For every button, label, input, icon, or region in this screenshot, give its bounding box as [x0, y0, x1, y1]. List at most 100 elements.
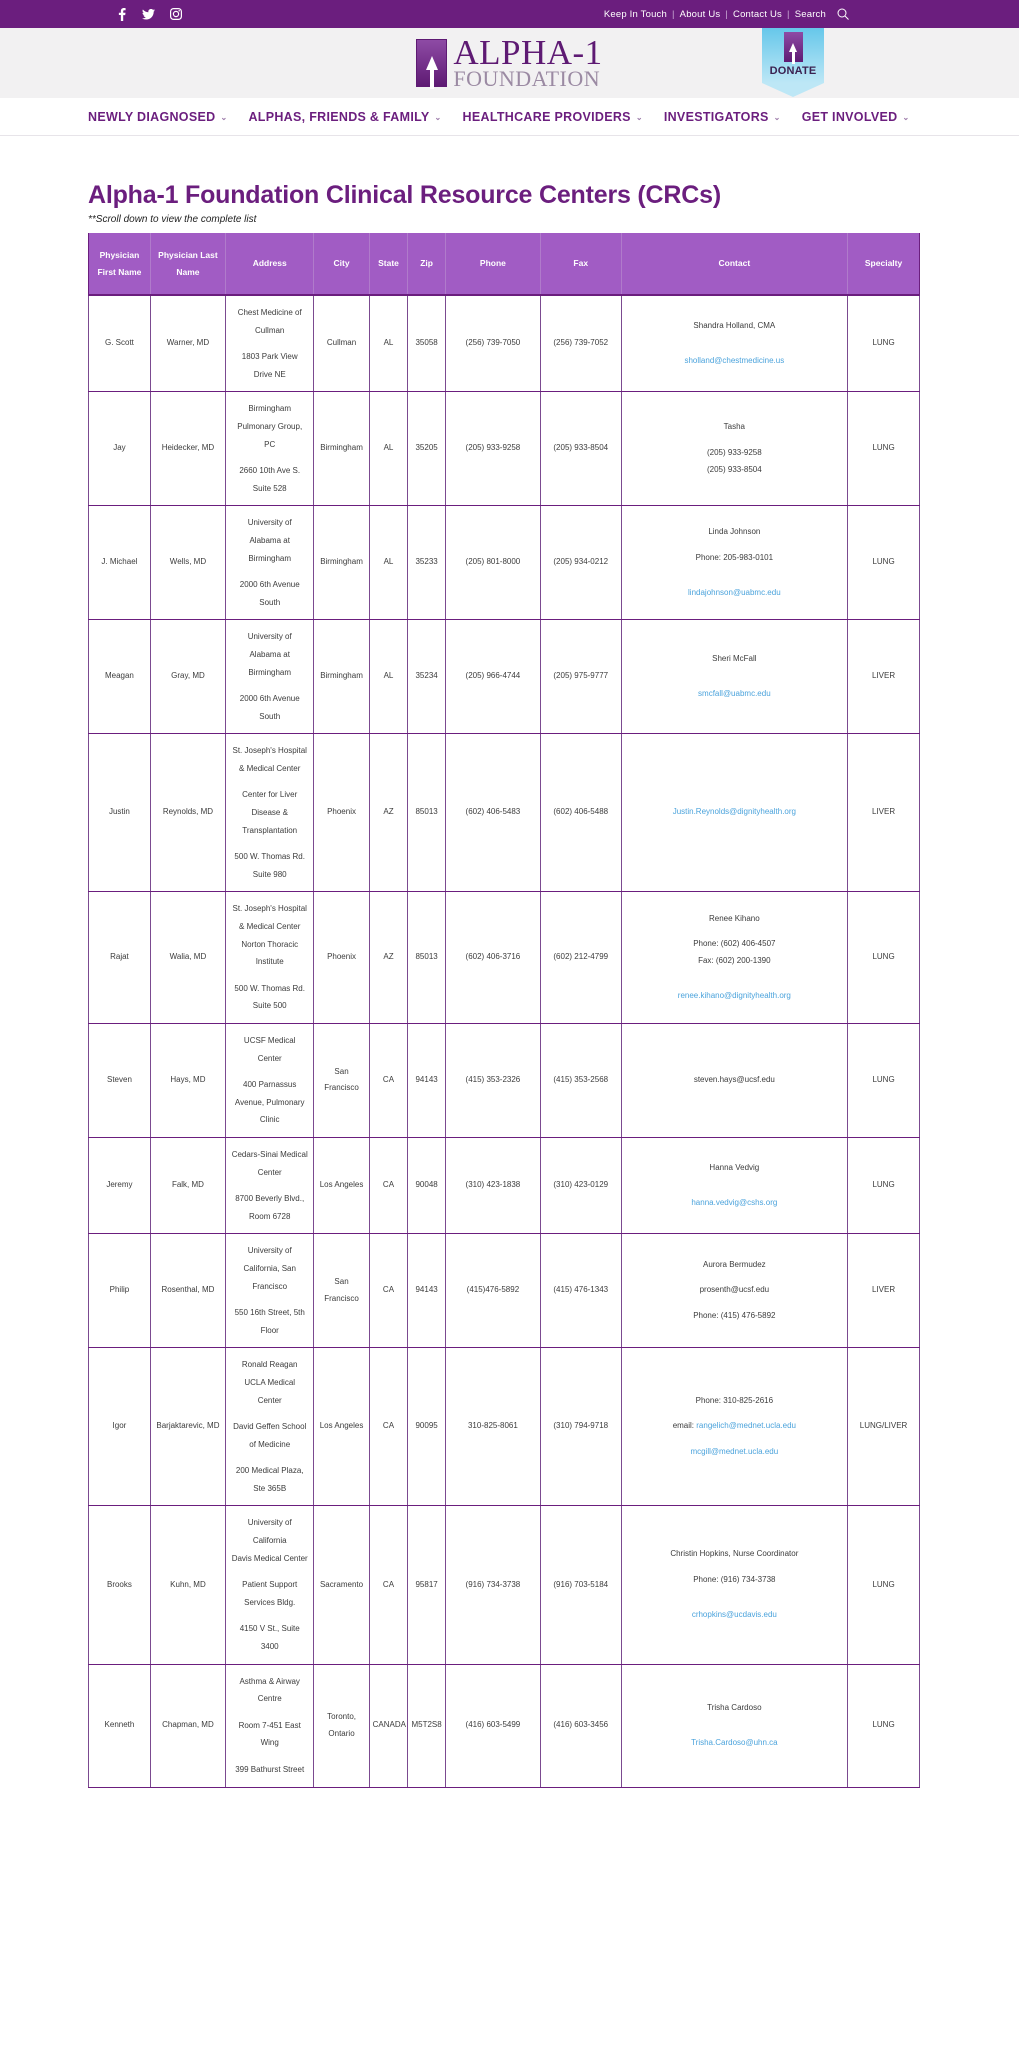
cell-zip: 85013	[407, 733, 446, 893]
column-header-first-name[interactable]: Physician First Name	[88, 233, 151, 296]
contact-email-link[interactable]: crhopkins@ucdavis.edu	[692, 1610, 777, 1619]
cell-first-name: Meagan	[88, 619, 151, 735]
cell-address: Ronald Reagan UCLA Medical Center David Gef…	[225, 1347, 315, 1507]
contact-email-link[interactable]: renee.kihano@dignityhealth.org	[678, 991, 791, 1000]
contact-email-link-secondary[interactable]: mcgill@mednet.ucla.edu	[690, 1447, 778, 1456]
column-header-phone[interactable]: Phone	[445, 233, 541, 296]
cell-specialty: LUNG	[847, 294, 920, 393]
contact-email-link[interactable]: rangelich@mednet.ucla.edu	[696, 1421, 796, 1430]
text-line: Phone: (602) 406-4507	[693, 939, 776, 949]
twitter-icon[interactable]	[142, 8, 155, 21]
cell-last-name: Kuhn, MD	[149, 1505, 227, 1665]
cell-zip: 95817	[407, 1505, 446, 1665]
contact-email-line: Trisha.Cardoso@uhn.ca	[625, 1735, 845, 1752]
text-line: Phone: (415) 476-5892	[693, 1311, 776, 1321]
text-line: University of	[247, 1518, 292, 1528]
column-header-city[interactable]: City	[313, 233, 370, 296]
top-link-keep-in-touch[interactable]: Keep In Touch	[599, 9, 672, 20]
cell-address: St. Joseph's Hospital & Medical Center Nor…	[225, 891, 315, 1024]
cell-first-name: Rajat	[88, 891, 151, 1024]
text-line: Asthma & Airway	[239, 1676, 300, 1686]
cell-city: Birmingham	[313, 619, 370, 735]
text-line: 2000 6th Avenue	[239, 580, 300, 590]
chevron-down-icon: ⌄	[434, 113, 442, 122]
cell-fax: (416) 603-3456	[539, 1663, 622, 1788]
text-line: 3400	[260, 1642, 279, 1652]
line-spacer	[625, 335, 845, 344]
cell-zip: 35058	[407, 294, 446, 393]
column-header-state[interactable]: State	[369, 233, 409, 296]
line-spacer	[625, 1563, 845, 1572]
nav-item-investigators[interactable]: INVESTIGATORS ⌄	[664, 110, 781, 124]
line-spacer	[625, 567, 845, 576]
cell-zip: 94143	[407, 1233, 446, 1349]
cell-phone: (310) 423-1838	[444, 1136, 541, 1235]
cell-city: San Francisco	[313, 1023, 370, 1138]
text-line: Chest Medicine of	[237, 308, 302, 317]
contact-email-link[interactable]: Justin.Reynolds@dignityhealth.org	[673, 807, 796, 816]
line-spacer	[229, 1181, 310, 1190]
contact-email-line: sholland@chestmedicine.us	[625, 353, 845, 370]
cell-city: Los Angeles	[313, 1347, 370, 1507]
text-line: Center for Liver	[242, 790, 298, 800]
line-spacer	[625, 668, 845, 677]
cell-first-name: Brooks	[88, 1505, 151, 1665]
text-line: Alabama at	[249, 535, 290, 545]
contact-email-link[interactable]: smcfall@uabmc.edu	[698, 689, 771, 698]
nav-item-newly-diagnosed[interactable]: NEWLY DIAGNOSED ⌄	[88, 110, 227, 124]
text-line: Room 6728	[249, 1211, 291, 1221]
text-line: Tasha	[723, 422, 746, 432]
text-line: Shandra Holland, CMA	[693, 320, 776, 330]
text-line: Floor	[260, 1325, 279, 1335]
cell-city: Birmingham	[313, 505, 370, 621]
cell-specialty: LUNG	[847, 1136, 920, 1235]
site-logo[interactable]: ALPHA-1 FOUNDATION	[416, 35, 602, 90]
cell-fax: (415) 476-1343	[539, 1233, 622, 1349]
column-header-zip[interactable]: Zip	[407, 233, 446, 296]
cell-city: San Francisco	[313, 1233, 370, 1349]
column-header-contact[interactable]: Contact	[621, 233, 849, 296]
cell-fax: (602) 406-5488	[539, 733, 622, 893]
cell-phone: (602) 406-3716	[444, 891, 541, 1024]
text-line: Fax: (602) 200-1390	[698, 956, 771, 966]
column-header-fax[interactable]: Fax	[540, 233, 622, 296]
line-spacer	[229, 1295, 310, 1304]
top-link-search[interactable]: Search	[790, 9, 831, 20]
cell-address: Birmingham Pulmonary Group, PC 2660 10th Av…	[225, 391, 315, 507]
line-spacer	[229, 971, 310, 980]
line-spacer	[229, 453, 310, 462]
column-header-specialty[interactable]: Specialty	[847, 233, 920, 296]
table-body: G. Scott Warner, MD Chest Medicine of Cullm…	[88, 294, 920, 1788]
text-line: Center	[257, 1167, 282, 1177]
cell-state: CA	[368, 1136, 409, 1235]
facebook-icon[interactable]	[115, 7, 128, 21]
column-header-address[interactable]: Address	[225, 233, 315, 296]
cell-fax: (205) 934-0212	[539, 505, 622, 621]
contact-email-link[interactable]: sholland@chestmedicine.us	[684, 356, 784, 365]
cell-first-name: Steven	[88, 1023, 151, 1138]
contact-email-link[interactable]: hanna.vedvig@cshs.org	[691, 1198, 777, 1207]
text-line: Suite 528	[252, 483, 287, 493]
column-header-last-name[interactable]: Physician Last Name	[150, 233, 227, 296]
contact-email-link[interactable]: lindajohnson@uabmc.edu	[688, 588, 781, 597]
search-icon[interactable]	[837, 8, 849, 20]
nav-item-get-involved[interactable]: GET INVOLVED ⌄	[802, 110, 910, 124]
cell-contact: Sheri McFall smcfall@uabmc.edu	[620, 619, 849, 735]
instagram-icon[interactable]	[169, 8, 182, 21]
alpha1-arrow-icon	[416, 38, 448, 89]
line-spacer	[625, 927, 845, 936]
line-spacer	[229, 1453, 310, 1462]
nav-item-healthcare-providers[interactable]: HEALTHCARE PROVIDERS ⌄	[463, 110, 643, 124]
nav-item-alphas-friends-family[interactable]: ALPHAS, FRIENDS & FAMILY ⌄	[248, 110, 441, 124]
line-spacer	[625, 436, 845, 445]
text-line: South	[259, 711, 281, 721]
line-spacer	[229, 1752, 310, 1761]
top-link-contact-us[interactable]: Contact Us	[728, 9, 787, 20]
nav-item-label: NEWLY DIAGNOSED	[88, 109, 216, 124]
contact-email-link[interactable]: Trisha.Cardoso@uhn.ca	[691, 1738, 778, 1747]
donate-button[interactable]: DONATE	[762, 28, 824, 97]
text-line: Trisha Cardoso	[707, 1702, 762, 1712]
text-line: Birmingham	[248, 553, 292, 563]
cell-fax: (310) 423-0129	[539, 1136, 622, 1235]
top-link-about-us[interactable]: About Us	[675, 9, 726, 20]
